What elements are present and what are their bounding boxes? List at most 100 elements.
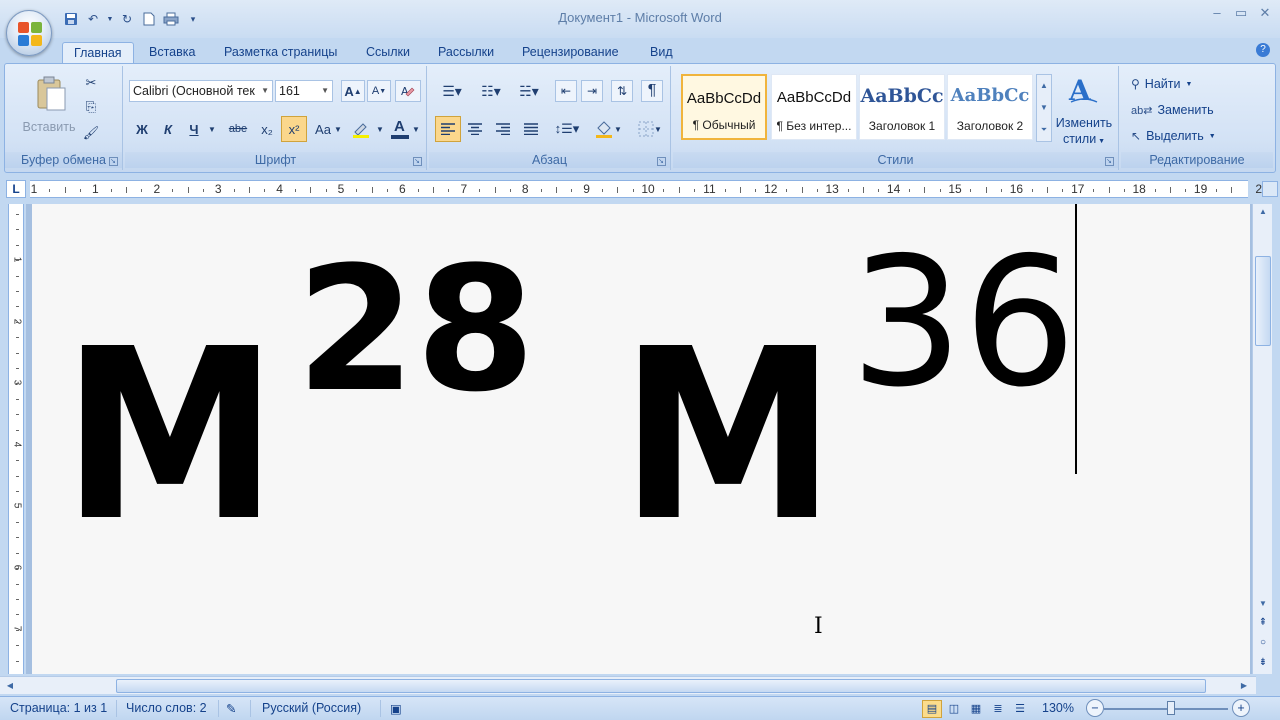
ruler-tick bbox=[617, 187, 619, 193]
document-page[interactable]: M 28 M 36 bbox=[32, 204, 1250, 674]
maximize-icon[interactable]: ▭ bbox=[1234, 6, 1248, 20]
copy-icon[interactable]: ⎘ bbox=[81, 96, 101, 118]
align-left-button[interactable] bbox=[435, 116, 461, 142]
draft-view-icon[interactable]: ☰ bbox=[1010, 700, 1030, 718]
scroll-left-icon[interactable]: ◀ bbox=[2, 677, 18, 695]
font-color-button[interactable]: A bbox=[389, 118, 411, 140]
superscript-button[interactable]: x² bbox=[281, 116, 307, 142]
underline-dropdown-icon[interactable]: ▼ bbox=[207, 118, 217, 140]
horizontal-ruler[interactable]: 11234567891011121314151617181920 bbox=[30, 180, 1269, 198]
minimize-icon[interactable]: – bbox=[1210, 6, 1224, 20]
strikethrough-button[interactable]: abe bbox=[225, 118, 251, 140]
subscript-button[interactable]: x₂ bbox=[255, 118, 279, 140]
clear-formatting-button[interactable]: A bbox=[395, 80, 421, 102]
spelling-check-icon[interactable]: ✎ bbox=[226, 701, 236, 716]
vertical-scrollbar[interactable]: ▲ ▼ ⇞ ○ ⇟ bbox=[1252, 204, 1272, 674]
font-launcher-icon[interactable]: ↘ bbox=[413, 157, 422, 166]
highlight-dropdown-icon[interactable]: ▼ bbox=[375, 118, 385, 140]
clipboard-launcher-icon[interactable]: ↘ bbox=[109, 157, 118, 166]
highlight-button[interactable] bbox=[347, 118, 375, 140]
gallery-more-icon[interactable]: ⏷ bbox=[1037, 119, 1051, 141]
tab-page-layout[interactable]: Разметка страницы bbox=[213, 42, 348, 64]
underline-button[interactable]: Ч bbox=[183, 118, 205, 140]
horizontal-scroll-thumb[interactable] bbox=[116, 679, 1206, 693]
scroll-right-icon[interactable]: ▶ bbox=[1236, 677, 1252, 695]
replace-button[interactable]: ab⇄ Заменить bbox=[1131, 100, 1214, 120]
paste-button[interactable]: Вставить bbox=[19, 74, 79, 140]
scroll-down-icon[interactable]: ▼ bbox=[1253, 596, 1273, 612]
select-label: Выделить bbox=[1146, 129, 1204, 143]
bold-button[interactable]: Ж bbox=[131, 118, 153, 140]
show-formatting-button[interactable]: ¶ bbox=[641, 80, 663, 102]
select-browse-object-icon[interactable]: ○ bbox=[1253, 634, 1273, 652]
font-size-combo[interactable]: 161 ▼ bbox=[275, 80, 333, 102]
tab-mailings[interactable]: Рассылки bbox=[427, 42, 505, 64]
horizontal-scrollbar[interactable]: ◀ ▶ bbox=[0, 676, 1256, 694]
zoom-out-icon[interactable]: − bbox=[1086, 699, 1104, 717]
bullets-button[interactable]: ☰▾ bbox=[437, 80, 467, 102]
close-icon[interactable]: ✕ bbox=[1258, 6, 1272, 20]
vertical-scroll-thumb[interactable] bbox=[1255, 256, 1271, 346]
style-heading-2[interactable]: AaBbCc Заголовок 2 bbox=[947, 74, 1033, 140]
vertical-ruler[interactable]: 1234567 bbox=[8, 204, 24, 674]
justify-button[interactable] bbox=[519, 118, 543, 140]
tab-review[interactable]: Рецензирование bbox=[511, 42, 630, 64]
replace-label: Заменить bbox=[1157, 103, 1214, 117]
style-no-spacing[interactable]: AaBbCcDd ¶ Без интер... bbox=[771, 74, 857, 140]
ruler-tick bbox=[1062, 189, 1064, 192]
sort-button[interactable]: ⇅ bbox=[611, 80, 633, 102]
ruler-number: 17 bbox=[1071, 182, 1085, 196]
status-page[interactable]: Страница: 1 из 1 bbox=[10, 701, 107, 715]
align-right-button[interactable] bbox=[491, 118, 515, 140]
cut-icon[interactable]: ✂ bbox=[81, 72, 101, 94]
zoom-slider-thumb[interactable] bbox=[1167, 701, 1175, 715]
font-name-combo[interactable]: Calibri (Основной тек ▼ bbox=[129, 80, 273, 102]
change-case-button[interactable]: Aa bbox=[311, 118, 335, 140]
tab-view[interactable]: Вид bbox=[639, 42, 684, 64]
grow-font-button[interactable]: A ▲ bbox=[341, 80, 365, 102]
full-screen-reading-icon[interactable]: ◫ bbox=[944, 700, 964, 718]
font-color-dropdown-icon[interactable]: ▼ bbox=[411, 118, 421, 140]
styles-launcher-icon[interactable]: ↘ bbox=[1105, 157, 1114, 166]
increase-indent-button[interactable]: ⇥ bbox=[581, 80, 603, 102]
gallery-down-icon[interactable]: ▼ bbox=[1037, 97, 1051, 119]
zoom-slider-track[interactable] bbox=[1104, 708, 1228, 710]
view-ruler-icon[interactable] bbox=[1262, 181, 1278, 197]
change-case-dropdown-icon[interactable]: ▼ bbox=[333, 118, 343, 140]
style-heading-1[interactable]: AaBbCc Заголовок 1 bbox=[859, 74, 945, 140]
macro-recording-icon[interactable]: ▣ bbox=[390, 701, 402, 716]
tab-selector[interactable]: L bbox=[6, 180, 26, 198]
multilevel-list-button[interactable]: ☵▾ bbox=[513, 80, 545, 102]
style-normal[interactable]: AaBbCcDd ¶ Обычный bbox=[681, 74, 767, 140]
change-styles-button[interactable]: A Изменить стили ▼ bbox=[1053, 72, 1115, 148]
office-button[interactable] bbox=[6, 10, 52, 56]
shading-button[interactable]: ▼ bbox=[591, 118, 625, 140]
numbering-button[interactable]: ☷▾ bbox=[475, 80, 507, 102]
gallery-up-icon[interactable]: ▲ bbox=[1037, 75, 1051, 97]
align-center-button[interactable] bbox=[463, 118, 487, 140]
tab-references[interactable]: Ссылки bbox=[355, 42, 421, 64]
shrink-font-button[interactable]: A ▼ bbox=[367, 80, 391, 102]
tab-insert[interactable]: Вставка bbox=[138, 42, 206, 64]
find-button[interactable]: ⚲ Найти ▼ bbox=[1131, 74, 1192, 94]
outline-view-icon[interactable]: ≣ bbox=[988, 700, 1008, 718]
shrink-font-icon: A bbox=[371, 85, 380, 97]
scroll-up-icon[interactable]: ▲ bbox=[1253, 204, 1273, 220]
line-spacing-button[interactable]: ↕☰▾ bbox=[551, 118, 583, 140]
web-layout-icon[interactable]: ▦ bbox=[966, 700, 986, 718]
italic-button[interactable]: К bbox=[157, 118, 179, 140]
print-layout-view-icon[interactable]: ▤ bbox=[922, 700, 942, 718]
decrease-indent-button[interactable]: ⇤ bbox=[555, 80, 577, 102]
status-language[interactable]: Русский (Россия) bbox=[262, 701, 361, 715]
borders-button[interactable]: ▼ bbox=[633, 118, 667, 140]
zoom-in-icon[interactable]: + bbox=[1232, 699, 1250, 717]
help-icon[interactable]: ? bbox=[1256, 43, 1270, 57]
tab-home[interactable]: Главная bbox=[62, 42, 134, 64]
zoom-level[interactable]: 130% bbox=[1042, 701, 1074, 715]
previous-page-icon[interactable]: ⇞ bbox=[1253, 614, 1273, 632]
format-painter-icon[interactable]: 🖌 bbox=[81, 122, 101, 144]
paragraph-launcher-icon[interactable]: ↘ bbox=[657, 157, 666, 166]
next-page-icon[interactable]: ⇟ bbox=[1253, 654, 1273, 672]
select-button[interactable]: ↖ Выделить ▼ bbox=[1131, 126, 1216, 146]
status-word-count[interactable]: Число слов: 2 bbox=[126, 701, 207, 715]
